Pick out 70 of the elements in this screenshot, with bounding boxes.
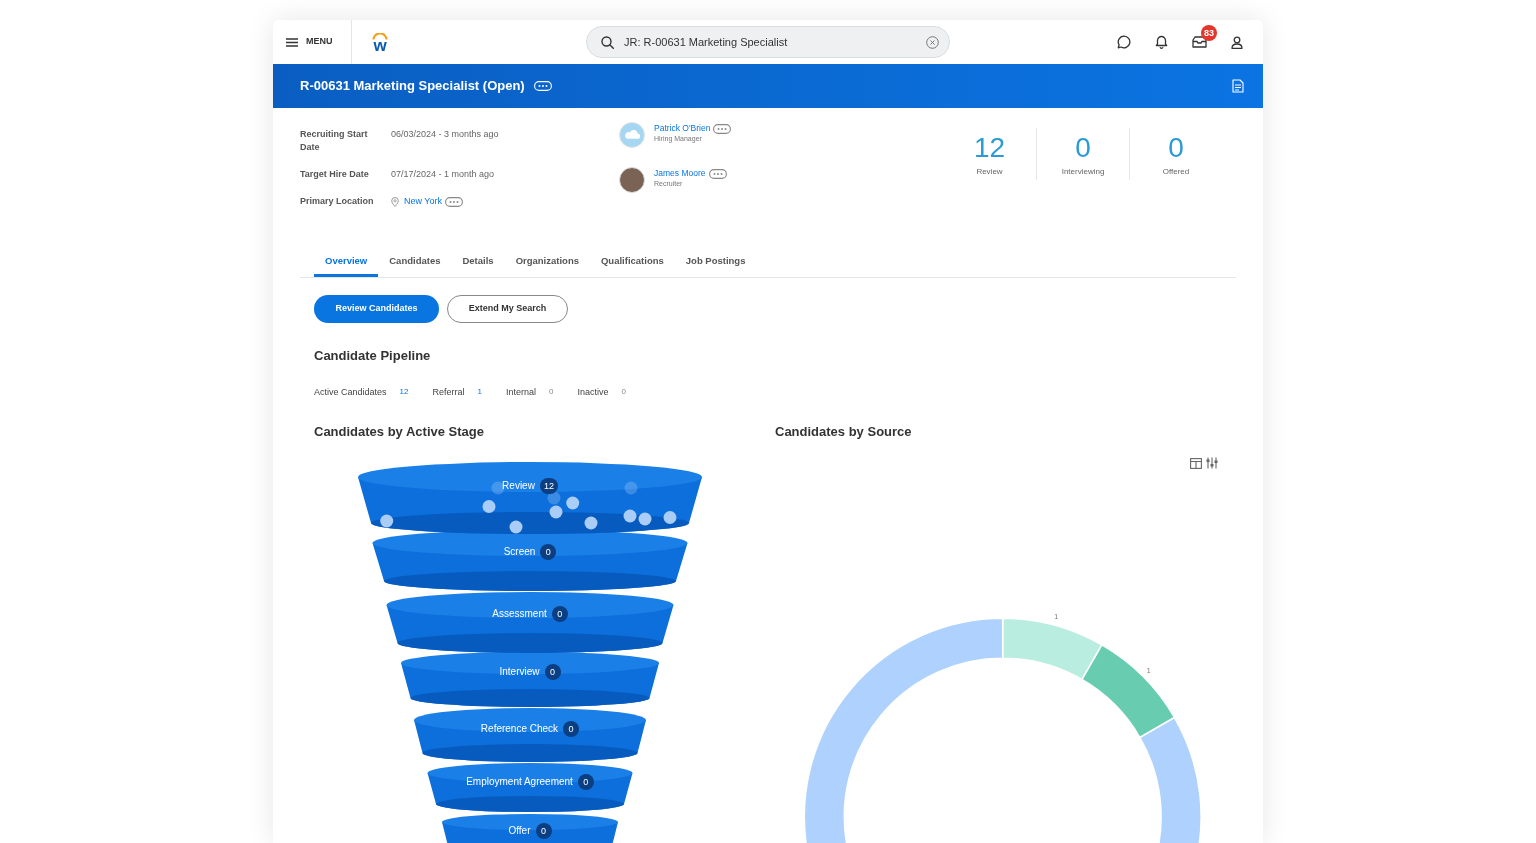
more-icon[interactable] <box>708 168 727 179</box>
location-pin-icon <box>391 196 399 207</box>
user-icon[interactable] <box>1231 35 1243 49</box>
detail-value: 06/03/2024 - 3 months ago <box>391 128 500 141</box>
tab[interactable]: Candidates <box>378 248 452 277</box>
stage-label: Reference Check <box>480 723 559 735</box>
candidate-dot <box>584 516 598 530</box>
count-link[interactable]: 1 <box>477 386 482 398</box>
detail-label: Target Hire Date <box>300 168 370 181</box>
candidate-dot <box>638 512 652 526</box>
stage-label: Interview <box>499 666 540 678</box>
stat-label: Review <box>976 167 1003 177</box>
stat-value: 0 <box>1075 134 1091 162</box>
sliders-icon[interactable] <box>1206 457 1218 469</box>
location-link[interactable]: New York <box>404 195 443 208</box>
more-icon[interactable] <box>445 196 464 207</box>
section-heading: Candidate Pipeline <box>314 348 432 364</box>
primary-button[interactable]: Review Candidates <box>314 295 439 323</box>
count-link[interactable]: 12 <box>399 386 409 398</box>
count-label: Active Candidates <box>314 386 387 398</box>
chat-icon[interactable] <box>1117 35 1131 49</box>
candidate-dot <box>566 496 580 510</box>
tab[interactable]: Details <box>451 248 505 277</box>
stage-label: Screen <box>503 546 536 558</box>
detail-value: 07/17/2024 - 1 month ago <box>391 168 496 181</box>
stat-label: Interviewing <box>1061 167 1105 177</box>
avatar-placeholder[interactable] <box>619 167 645 193</box>
secondary-button[interactable]: Extend My Search <box>447 295 568 323</box>
count-value: 0 <box>548 386 554 398</box>
search-icon <box>601 35 614 49</box>
count-value: 0 <box>621 386 626 398</box>
count-label: Referral <box>432 386 465 398</box>
detail-label: Primary Location <box>300 195 375 208</box>
tab[interactable]: Overview <box>314 248 379 277</box>
count-label: Inactive <box>577 386 609 398</box>
page-title: R-00631 Marketing Specialist (Open) <box>300 77 525 96</box>
table-icon[interactable] <box>1190 457 1202 469</box>
tab[interactable]: Qualifications <box>589 248 675 277</box>
detail-label: Recruiting Start Date <box>300 128 369 154</box>
bell-icon[interactable] <box>1155 35 1168 49</box>
candidate-dot <box>509 520 523 534</box>
stage-label: Employment Agreement <box>466 776 573 788</box>
candidate-dot <box>663 511 677 524</box>
candidate-dot <box>482 500 496 513</box>
stat-value: 12 <box>973 134 1006 162</box>
count-label: Internal <box>505 386 536 398</box>
candidate-dot <box>549 505 563 519</box>
candidate-dot <box>547 491 561 505</box>
stage-label: Assessment <box>492 608 547 620</box>
document-icon[interactable] <box>1232 79 1244 93</box>
notification-badge: 83 <box>1201 25 1217 41</box>
stat-label: Offered <box>1162 167 1190 177</box>
tab[interactable]: Organizations <box>504 248 590 277</box>
tab[interactable]: Job Postings <box>674 248 757 277</box>
clear-icon[interactable] <box>926 35 939 49</box>
candidate-dot <box>623 509 637 523</box>
stat-value: 0 <box>1168 134 1184 162</box>
search-field[interactable]: JR: R-00631 Marketing Specialist <box>586 26 950 58</box>
person-link[interactable]: Patrick O'Brien <box>654 123 711 134</box>
more-icon[interactable] <box>713 123 732 134</box>
stage-label: Review <box>502 480 535 492</box>
candidate-dot <box>624 481 638 495</box>
app-logo[interactable]: w <box>371 32 389 52</box>
chart-title: Candidates by Active Stage <box>314 424 485 440</box>
menu-icon <box>286 37 298 47</box>
candidate-dot <box>380 514 394 528</box>
chart-title: Candidates by Source <box>775 424 913 440</box>
person-link[interactable]: James Moore <box>654 168 706 179</box>
stage-label: Offer <box>508 825 531 837</box>
inbox-icon[interactable] <box>1192 36 1207 48</box>
